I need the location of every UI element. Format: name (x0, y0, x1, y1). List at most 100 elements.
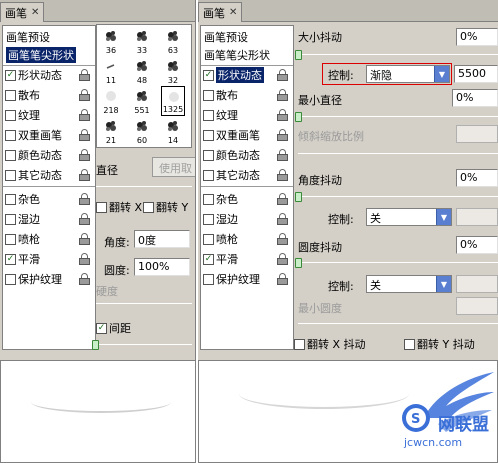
close-icon[interactable]: ✕ (31, 7, 39, 18)
sidebar-item-checkbox[interactable] (5, 273, 16, 285)
sidebar-item[interactable]: 保护纹理 (5, 270, 93, 288)
lock-icon[interactable] (277, 109, 288, 121)
spacing-slider-thumb[interactable] (92, 340, 99, 350)
chevron-down-icon[interactable]: ▼ (436, 209, 451, 225)
lock-icon[interactable] (277, 253, 288, 265)
flip-y-jitter-checkbox[interactable]: 翻转 Y 抖动 (404, 336, 475, 352)
close-icon[interactable]: ✕ (229, 7, 237, 18)
sidebar-item-checkbox[interactable] (203, 129, 214, 141)
lock-icon[interactable] (277, 149, 288, 161)
lock-icon[interactable] (277, 233, 288, 245)
sidebar-item[interactable]: 湿边 (5, 210, 93, 228)
roundness-input[interactable]: 100% (134, 258, 190, 276)
sidebar-item-checkbox[interactable] (203, 109, 214, 121)
brush-tip[interactable]: 32 (161, 56, 185, 86)
sidebar-item[interactable]: 湿边 (203, 210, 291, 228)
lock-icon[interactable] (79, 273, 90, 285)
sidebar-item[interactable]: 颜色动态 (203, 146, 291, 164)
lock-icon[interactable] (79, 169, 90, 181)
brush-tip[interactable]: 63 (161, 26, 185, 56)
tab-brush[interactable]: 画笔 ✕ (0, 2, 45, 22)
brush-tip[interactable]: 11 (99, 56, 123, 86)
tab-brush[interactable]: 画笔 ✕ (198, 2, 243, 22)
sidebar-item[interactable]: 保护纹理 (203, 270, 291, 288)
roundness-jitter-slider-thumb[interactable] (295, 258, 302, 268)
roundness-jitter-slider[interactable] (298, 262, 498, 263)
lock-icon[interactable] (79, 253, 90, 265)
control-select[interactable]: 渐隐 ▼ (366, 65, 450, 83)
sidebar-item[interactable]: ✓ 平滑 (5, 250, 93, 268)
lock-icon[interactable] (79, 89, 90, 101)
size-jitter-input[interactable]: 0% (456, 28, 498, 46)
sidebar-item-checkbox[interactable] (203, 233, 214, 245)
flip-y-box[interactable] (143, 201, 154, 213)
spacing-slider[interactable] (96, 344, 192, 345)
min-diameter-slider[interactable] (298, 116, 498, 117)
sidebar-item[interactable]: 画笔笔尖形状 (6, 46, 94, 64)
brush-tip[interactable]: 36 (99, 26, 123, 56)
sidebar-item-checkbox[interactable]: ✓ (5, 253, 16, 265)
sidebar-item[interactable]: ✓ 形状动态 (203, 66, 291, 84)
brush-tip[interactable]: 1325 (161, 86, 185, 116)
sidebar-item[interactable]: 双重画笔 (203, 126, 291, 144)
sidebar-item[interactable]: 杂色 (203, 190, 291, 208)
sidebar-item-checkbox[interactable] (5, 169, 16, 181)
sidebar-item[interactable]: 杂色 (5, 190, 93, 208)
brush-tip[interactable]: 33 (130, 26, 154, 56)
sidebar-item-checkbox[interactable] (203, 89, 214, 101)
sidebar-item[interactable]: 纹理 (203, 106, 291, 124)
flip-x-jitter-box[interactable] (294, 338, 305, 350)
sidebar-item[interactable]: 双重画笔 (5, 126, 93, 144)
sidebar-item-checkbox[interactable] (5, 149, 16, 161)
sidebar-item[interactable]: 其它动态 (5, 166, 93, 184)
sidebar-item-checkbox[interactable] (203, 149, 214, 161)
sidebar-item[interactable]: 颜色动态 (5, 146, 93, 164)
chevron-down-icon[interactable]: ▼ (436, 276, 451, 292)
sidebar-item-checkbox[interactable] (5, 193, 16, 205)
sidebar-item[interactable]: 喷枪 (5, 230, 93, 248)
flip-x-box[interactable] (96, 201, 107, 213)
min-diameter-input[interactable]: 0% (452, 89, 498, 107)
brush-tip[interactable]: 218 (99, 86, 123, 116)
lock-icon[interactable] (79, 149, 90, 161)
lock-icon[interactable] (79, 213, 90, 225)
brush-tip[interactable]: 551 (130, 86, 154, 116)
lock-icon[interactable] (79, 109, 90, 121)
lock-icon[interactable] (79, 69, 90, 81)
min-diameter-slider-thumb[interactable] (295, 112, 302, 122)
fade-steps-input[interactable]: 5500 (454, 65, 498, 83)
lock-icon[interactable] (277, 169, 288, 181)
sidebar-item[interactable]: 散布 (5, 86, 93, 104)
sidebar-item-checkbox[interactable] (203, 193, 214, 205)
sidebar-item-checkbox[interactable] (5, 109, 16, 121)
angle-control-select[interactable]: 关 ▼ (366, 208, 452, 226)
lock-icon[interactable] (79, 193, 90, 205)
sidebar-item[interactable]: ✓ 平滑 (203, 250, 291, 268)
size-jitter-slider[interactable] (298, 54, 498, 55)
lock-icon[interactable] (277, 129, 288, 141)
sidebar-item-checkbox[interactable] (203, 273, 214, 285)
spacing-checkbox[interactable]: ✓ 间距 (96, 320, 131, 336)
diameter-slider[interactable] (96, 186, 192, 187)
roundness-control-select[interactable]: 关 ▼ (366, 275, 452, 293)
flip-x-jitter-checkbox[interactable]: 翻转 X 抖动 (294, 336, 366, 352)
brush-tip[interactable]: 21 (99, 116, 123, 146)
angle-input[interactable]: 0度 (134, 230, 190, 248)
sidebar-item-checkbox[interactable] (5, 233, 16, 245)
sidebar-item[interactable]: 散布 (203, 86, 291, 104)
roundness-jitter-input[interactable]: 0% (456, 236, 498, 254)
sidebar-item-checkbox[interactable]: ✓ (203, 69, 214, 81)
brush-tip-grid[interactable]: 36 33 63 11 48 32 218 551 1325 21 60 14 (96, 24, 192, 148)
flip-y-checkbox[interactable]: 翻转 Y (143, 199, 188, 215)
chevron-down-icon[interactable]: ▼ (434, 66, 449, 82)
sidebar-item[interactable]: ✓ 形状动态 (5, 66, 93, 84)
sidebar-item[interactable]: 画笔预设 (6, 28, 94, 46)
sidebar-item[interactable]: 喷枪 (203, 230, 291, 248)
sidebar-item-checkbox[interactable] (5, 129, 16, 141)
lock-icon[interactable] (79, 233, 90, 245)
spacing-box[interactable]: ✓ (96, 322, 107, 334)
sidebar-item-checkbox[interactable]: ✓ (5, 69, 16, 81)
lock-icon[interactable] (79, 129, 90, 141)
lock-icon[interactable] (277, 69, 288, 81)
brush-tip[interactable]: 14 (161, 116, 185, 146)
